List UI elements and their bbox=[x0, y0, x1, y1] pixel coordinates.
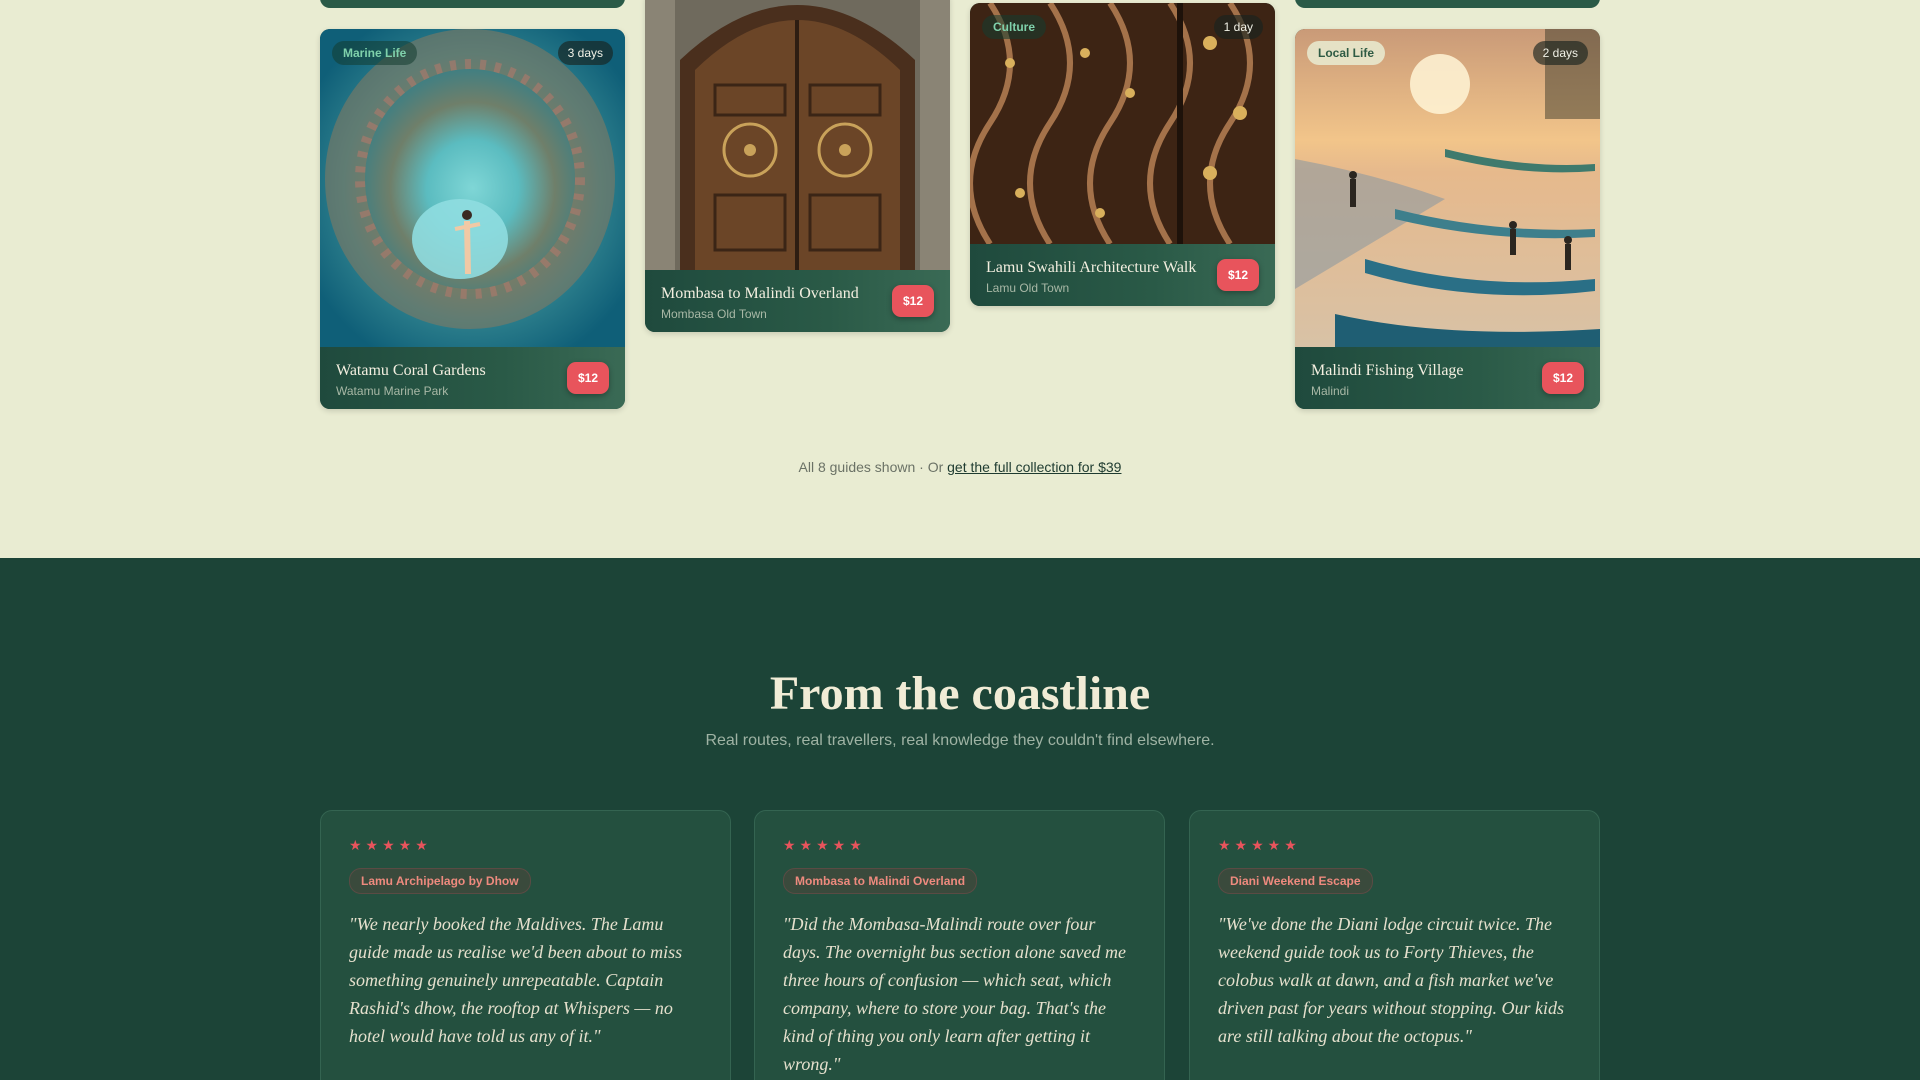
guide-duration: 2 days bbox=[1532, 41, 1588, 65]
guide-duration: 1 day bbox=[1213, 15, 1263, 39]
section-title: From the coastline bbox=[769, 667, 1151, 720]
guide-card-malindi[interactable]: Local Life 2 days Malindi Fishing Villag… bbox=[1295, 29, 1600, 409]
review-quote: "Did the Mombasa-Malindi route over four… bbox=[783, 914, 1126, 1074]
guide-footer: Lamu Swahili Architecture Walk Lamu Old … bbox=[970, 244, 1275, 306]
guide-card-lamu[interactable]: Culture 1 day Lamu Swahili Architecture … bbox=[970, 3, 1275, 306]
guide-tag: Local Life bbox=[1307, 41, 1386, 65]
review-card: ★★★★★ Diani Weekend Escape "We've done t… bbox=[1189, 810, 1600, 1080]
guide-duration: 3 days bbox=[557, 41, 613, 65]
guide-footer: Watamu Coral Gardens Watamu Marine Park … bbox=[320, 347, 625, 409]
review-card: ★★★★★ Mombasa to Malindi Overland "Did t… bbox=[754, 810, 1165, 1080]
full-collection-link[interactable]: get the full collection for $39 bbox=[947, 459, 1121, 475]
section-subtitle: Real routes, real travellers, real knowl… bbox=[705, 732, 1215, 749]
star-rating: ★★★★★ bbox=[1218, 837, 1301, 853]
review-quote: "We've done the Diani lodge circuit twic… bbox=[1218, 914, 1564, 1046]
price-button[interactable]: $12 bbox=[1216, 259, 1259, 291]
guide-card-watamu[interactable]: Marine Life 3 days Watamu Coral Gardens … bbox=[320, 29, 625, 409]
review-card: ★★★★★ Lamu Archipelago by Dhow "We nearl… bbox=[320, 810, 731, 1080]
guide-image-boats: Local Life 2 days bbox=[1295, 29, 1600, 347]
route-badge: Diani Weekend Escape bbox=[1218, 868, 1373, 894]
guide-card-partial[interactable] bbox=[320, 0, 625, 8]
price-button[interactable]: $12 bbox=[566, 362, 609, 394]
guide-tag: Marine Life bbox=[332, 41, 418, 65]
review-quote: "We nearly booked the Maldives. The Lamu… bbox=[349, 914, 683, 1046]
guide-footer: Mombasa to Malindi Overland Mombasa Old … bbox=[645, 270, 950, 332]
star-rating: ★★★★★ bbox=[349, 837, 432, 853]
star-rating: ★★★★★ bbox=[783, 837, 866, 853]
guide-tag: Culture bbox=[982, 15, 1046, 39]
guide-footer: Malindi Fishing Village Malindi $12 bbox=[1295, 347, 1600, 409]
guide-card-partial[interactable] bbox=[1295, 0, 1600, 8]
guide-image-carving: Culture 1 day bbox=[970, 3, 1275, 244]
price-button[interactable]: $12 bbox=[1541, 362, 1584, 394]
guide-card-mombasa[interactable]: Mombasa to Malindi Overland Mombasa Old … bbox=[645, 0, 950, 332]
price-button[interactable]: $12 bbox=[891, 285, 934, 317]
route-badge: Mombasa to Malindi Overland bbox=[783, 868, 978, 894]
collection-note: All 8 guides shown · Or get the full col… bbox=[0, 459, 1920, 475]
collection-text: All 8 guides shown · Or bbox=[798, 459, 944, 475]
guide-image-coral: Marine Life 3 days bbox=[320, 29, 625, 347]
testimonials-section: From the coastline Real routes, real tra… bbox=[0, 558, 1920, 1080]
route-badge: Lamu Archipelago by Dhow bbox=[349, 868, 531, 894]
guide-image-door bbox=[645, 0, 950, 270]
